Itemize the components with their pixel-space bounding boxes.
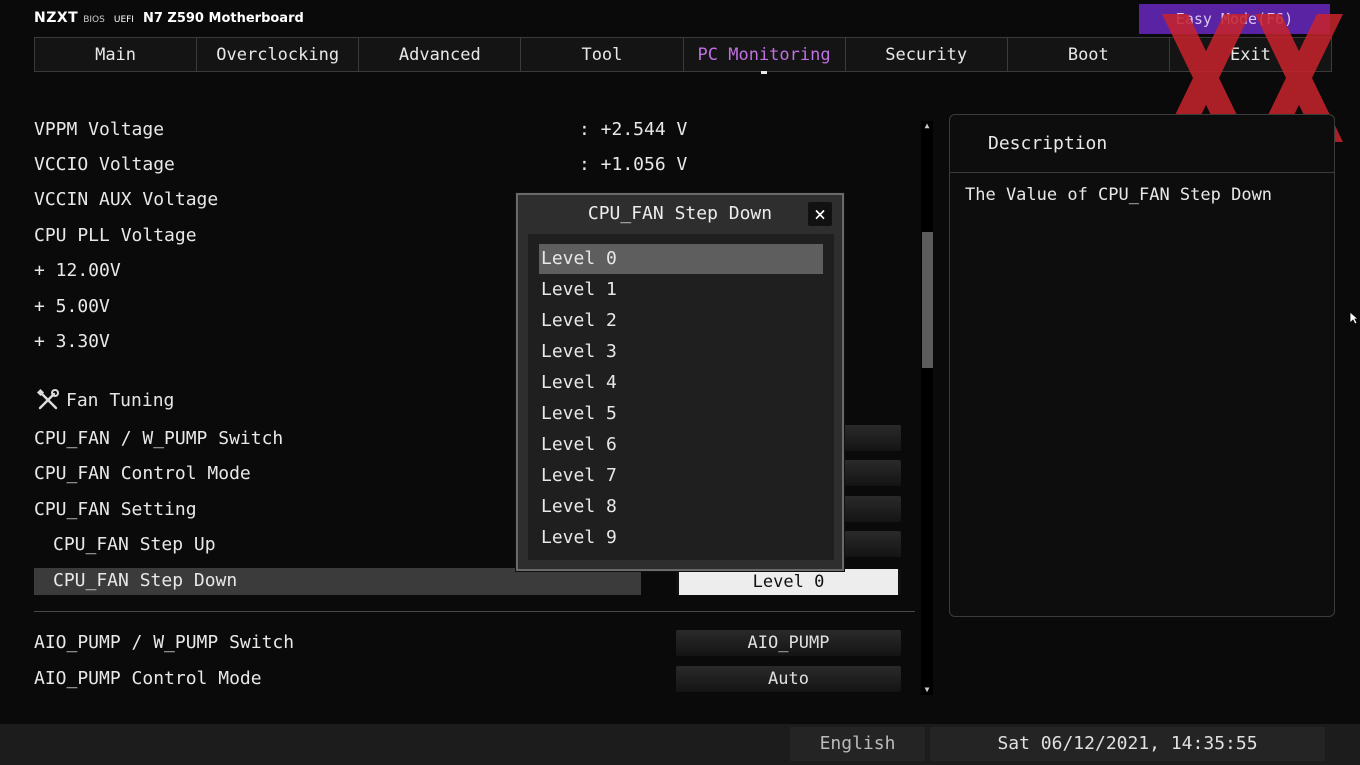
scroll-down-arrow-icon[interactable]: ▼ — [921, 685, 933, 695]
scroll-up-arrow-icon[interactable]: ▲ — [921, 121, 933, 131]
language-selector[interactable]: English — [790, 727, 925, 761]
tab-main[interactable]: Main — [35, 38, 198, 71]
tab-security[interactable]: Security — [845, 38, 1008, 71]
description-panel: Description The Value of CPU_FAN Step Do… — [949, 114, 1335, 617]
option-level-6[interactable]: Level 6 — [539, 430, 823, 460]
option-level-2[interactable]: Level 2 — [539, 306, 823, 336]
uefi-label: UEFI — [113, 15, 134, 25]
cpu-fan-control-mode-label[interactable]: CPU_FAN Control Mode — [34, 463, 251, 484]
vccin-aux-voltage-label: VCCIN AUX Voltage — [34, 189, 219, 210]
description-header: Description — [950, 115, 1334, 173]
cpu-fan-step-down-label[interactable]: CPU_FAN Step Down — [53, 570, 237, 591]
date-time-display: Sat 06/12/2021, 14:35:55 — [930, 727, 1325, 761]
bios-label: BIOS — [83, 15, 105, 25]
step-down-popup: CPU_FAN Step Down × Level 0 Level 1 Leve… — [516, 193, 844, 571]
popup-title: CPU_FAN Step Down — [587, 203, 773, 224]
option-level-3[interactable]: Level 3 — [539, 337, 823, 367]
tab-advanced[interactable]: Advanced — [359, 38, 522, 71]
vccio-voltage-label: VCCIO Voltage — [34, 154, 175, 175]
fan-tuning-title: Fan Tuning — [66, 389, 175, 411]
settings-scrollbar[interactable]: ▲ ▼ — [921, 121, 933, 695]
cpu-fan-step-up-label[interactable]: CPU_FAN Step Up — [53, 534, 216, 555]
brand-header: NZXT BIOS UEFI N7 Z590 Motherboard — [34, 10, 304, 28]
cpu-fan-w-pump-switch-label[interactable]: CPU_FAN / W_PUMP Switch — [34, 428, 283, 449]
close-icon[interactable]: × — [808, 202, 832, 226]
scrollbar-thumb[interactable] — [922, 232, 933, 368]
tab-boot[interactable]: Boot — [1007, 38, 1170, 71]
tools-icon — [36, 388, 59, 410]
option-level-9[interactable]: Level 9 — [539, 523, 823, 553]
aio-pump-w-pump-switch-field[interactable]: AIO_PUMP — [676, 630, 901, 656]
option-level-8[interactable]: Level 8 — [539, 492, 823, 522]
vppm-voltage-label: VPPM Voltage — [34, 119, 165, 140]
vppm-voltage-value: : +2.544 V — [579, 119, 688, 140]
aio-pump-control-mode-label[interactable]: AIO_PUMP Control Mode — [34, 668, 262, 689]
popup-option-list: Level 0 Level 1 Level 2 Level 3 Level 4 … — [528, 234, 834, 560]
aio-pump-w-pump-switch-label[interactable]: AIO_PUMP / W_PUMP Switch — [34, 632, 294, 653]
section-divider — [34, 611, 915, 612]
fan-tuning-section: Fan Tuning — [36, 388, 174, 412]
option-level-4[interactable]: Level 4 — [539, 368, 823, 398]
cpu-fan-step-down-field[interactable]: Level 0 — [676, 569, 901, 595]
plus-5v-label: + 5.00V — [34, 296, 110, 317]
motherboard-model: N7 Z590 Motherboard — [142, 11, 304, 26]
option-level-5[interactable]: Level 5 — [539, 399, 823, 429]
option-level-1[interactable]: Level 1 — [539, 275, 823, 305]
nzxt-logo: NZXT — [34, 10, 79, 26]
plus-12v-label: + 12.00V — [34, 260, 121, 281]
cpu-pll-voltage-label: CPU PLL Voltage — [34, 225, 197, 246]
tab-tool[interactable]: Tool — [521, 38, 684, 71]
option-level-7[interactable]: Level 7 — [539, 461, 823, 491]
tab-overclocking[interactable]: Overclocking — [197, 38, 360, 71]
aio-pump-control-mode-field[interactable]: Auto — [676, 666, 901, 692]
vccio-voltage-value: : +1.056 V — [579, 154, 688, 175]
mouse-cursor-icon — [1349, 311, 1359, 325]
tab-pc-monitoring[interactable]: PC Monitoring — [683, 38, 846, 74]
plus-3-3v-label: + 3.30V — [34, 331, 110, 352]
description-text: The Value of CPU_FAN Step Down — [965, 185, 1273, 205]
description-title: Description — [988, 133, 1108, 154]
main-tabs: Main Overclocking Advanced Tool PC Monit… — [34, 37, 1332, 74]
option-level-0[interactable]: Level 0 — [539, 244, 823, 274]
cpu-fan-setting-label[interactable]: CPU_FAN Setting — [34, 499, 197, 520]
